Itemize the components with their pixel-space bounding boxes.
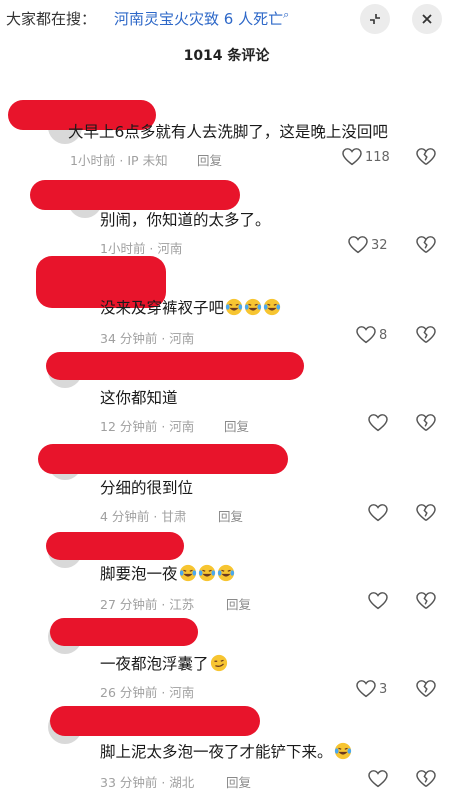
heart-icon [368, 414, 388, 432]
search-term-text: 河南灵宝火灾致 6 人死亡 [114, 10, 284, 28]
dislike-button[interactable] [416, 680, 436, 702]
dislike-button[interactable] [416, 592, 436, 614]
broken-heart-icon [416, 770, 436, 787]
close-icon [422, 14, 432, 24]
redacted-username [46, 532, 184, 560]
comment-text-body: 一夜都泡浮囊了 [100, 655, 209, 673]
comment-text-body: 没来及穿裤衩子吧 [100, 299, 225, 317]
comment-text: 没来及穿裤衩子吧 [100, 296, 281, 318]
laughing-crying-emoji [263, 298, 281, 316]
comment-meta: 12 分钟前 · 河南 [100, 419, 195, 434]
dislike-button[interactable] [416, 504, 436, 526]
dislike-button[interactable] [416, 148, 436, 170]
comment-text: 大早上6点多就有人去洗脚了，这是晚上没回吧 [68, 123, 388, 141]
laughing-crying-emoji [179, 564, 196, 582]
heart-icon [342, 148, 362, 166]
comment-text-body: 脚上泥太多泡一夜了才能铲下来。 [100, 743, 333, 761]
broken-heart-icon [416, 148, 436, 165]
like-button[interactable] [368, 504, 388, 522]
comment-text: 分细的很到位 [100, 479, 194, 497]
reply-button[interactable]: 回复 [197, 150, 222, 169]
like-count: 32 [371, 237, 388, 253]
magnifier-icon: ⌕ [283, 8, 290, 21]
broken-heart-icon [416, 592, 436, 609]
reply-button[interactable]: 回复 [226, 772, 251, 791]
comment-item: 这你都知道 12 分钟前 · 河南 回复 [0, 352, 453, 442]
laughing-crying-emoji [198, 564, 215, 582]
laughing-crying-emoji [217, 564, 234, 582]
smirk-emoji [210, 654, 227, 672]
search-prefix: 大家都在搜： [6, 10, 97, 28]
comment-item: 分细的很到位 4 分钟前 · 甘肃 回复 [0, 442, 453, 532]
broken-heart-icon [416, 680, 436, 697]
reply-button[interactable]: 回复 [224, 416, 249, 435]
heart-icon [368, 770, 388, 788]
collapse-button[interactable] [360, 4, 390, 34]
comment-item: 没来及穿裤衩子吧 34 分钟前 · 河南 8 [0, 252, 453, 352]
comment-item: 一夜都泡浮囊了 26 分钟前 · 河南 3 [0, 618, 453, 708]
comment-text: 这你都知道 [100, 389, 178, 407]
comment-text: 脚上泥太多泡一夜了才能铲下来。 [100, 740, 352, 762]
heart-icon [368, 592, 388, 610]
comment-item: 脚上泥太多泡一夜了才能铲下来。 33 分钟前 · 湖北 回复 [0, 706, 453, 800]
reply-button[interactable]: 回复 [226, 594, 251, 613]
redacted-username [30, 180, 240, 210]
like-count: 8 [379, 327, 388, 343]
comment-item: 脚要泡一夜 27 分钟前 · 江苏 回复 [0, 532, 453, 622]
comment-meta: 26 分钟前 · 河南 [100, 685, 195, 700]
like-button[interactable]: 8 [356, 326, 387, 344]
like-button[interactable] [368, 414, 388, 432]
search-term-link[interactable]: 河南灵宝火灾致 6 人死亡⌕ [114, 8, 289, 29]
broken-heart-icon [416, 414, 436, 431]
comment-meta: 4 分钟前 · 甘肃 [100, 509, 187, 524]
redacted-username [46, 352, 304, 380]
like-button[interactable]: 118 [342, 148, 390, 166]
like-count: 118 [365, 149, 390, 165]
broken-heart-icon [416, 504, 436, 521]
heart-icon [356, 680, 376, 698]
laughing-crying-emoji [225, 298, 243, 316]
redacted-username [50, 618, 198, 646]
dislike-button[interactable] [416, 770, 436, 792]
redacted-username [50, 706, 260, 736]
comment-meta: 27 分钟前 · 江苏 [100, 597, 195, 612]
laughing-crying-emoji [244, 298, 262, 316]
like-button[interactable]: 3 [356, 680, 387, 698]
comment-text: 别闹，你知道的太多了。 [100, 211, 271, 229]
comment-item: 大早上6点多就有人去洗脚了，这是晚上没回吧 1小时前 · IP 未知 回复 11… [0, 92, 453, 180]
comment-text: 脚要泡一夜 [100, 562, 235, 584]
comment-meta: 34 分钟前 · 河南 [100, 331, 195, 346]
dislike-button[interactable] [416, 414, 436, 436]
comment-meta: 33 分钟前 · 湖北 [100, 775, 195, 790]
like-button[interactable] [368, 770, 388, 788]
close-button[interactable] [412, 4, 442, 34]
like-count: 3 [379, 681, 388, 697]
heart-icon [356, 326, 376, 344]
comment-count-title: 1014 条评论 [183, 48, 270, 64]
laughing-crying-emoji [334, 742, 351, 760]
redacted-username [38, 444, 288, 474]
reply-button[interactable]: 回复 [218, 506, 243, 525]
broken-heart-icon [416, 326, 436, 343]
comment-text-body: 脚要泡一夜 [100, 565, 178, 583]
collapse-icon [370, 14, 380, 24]
comment-text: 一夜都泡浮囊了 [100, 652, 228, 674]
heart-icon [368, 504, 388, 522]
dislike-button[interactable] [416, 326, 436, 348]
like-button[interactable] [368, 592, 388, 610]
comment-meta: 1小时前 · IP 未知 [70, 153, 168, 168]
